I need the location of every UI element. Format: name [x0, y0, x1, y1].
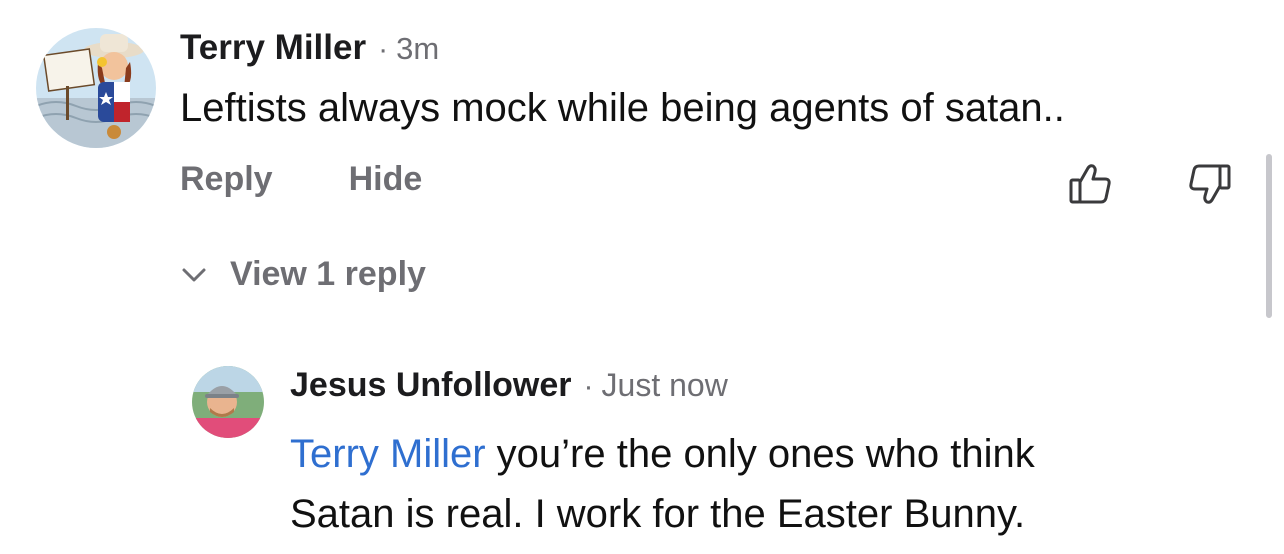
- comment-actions: Reply Hide: [180, 160, 422, 199]
- reply-text-line2: Satan is real. I work for the Easter Bun…: [290, 492, 1026, 536]
- separator-dot: ·: [583, 370, 594, 403]
- reply-button[interactable]: Reply: [180, 160, 273, 199]
- avatar-terry-miller[interactable]: [36, 28, 156, 148]
- comment-thread: Terry Miller · 3m Leftists always mock w…: [0, 0, 1284, 554]
- hide-button[interactable]: Hide: [349, 160, 423, 199]
- mention-link[interactable]: Terry Miller: [290, 432, 486, 476]
- avatar-jesus-unfollower[interactable]: [192, 366, 264, 438]
- reply-text: Terry Miller you’re the only ones who th…: [290, 424, 1250, 544]
- reply-header: Jesus Unfollower · Just now: [290, 366, 728, 410]
- reply-author[interactable]: Jesus Unfollower: [290, 366, 572, 405]
- comment-header: Terry Miller · 3m: [180, 28, 439, 72]
- thumbs-up-icon[interactable]: [1066, 160, 1114, 208]
- view-replies-button[interactable]: View 1 reply: [178, 255, 426, 294]
- reply-timestamp: Just now: [601, 367, 728, 403]
- separator-dot: ·: [378, 33, 389, 66]
- thumbs-down-icon[interactable]: [1186, 160, 1234, 208]
- reply-text-line1: you’re the only ones who think: [485, 432, 1035, 476]
- comment-text: Leftists always mock while being agents …: [180, 86, 1065, 130]
- comment-author[interactable]: Terry Miller: [180, 28, 366, 68]
- view-replies-label: View 1 reply: [230, 255, 426, 293]
- scrollbar[interactable]: [1266, 154, 1272, 318]
- chevron-down-icon: [182, 268, 206, 281]
- comment-timestamp: 3m: [396, 31, 440, 66]
